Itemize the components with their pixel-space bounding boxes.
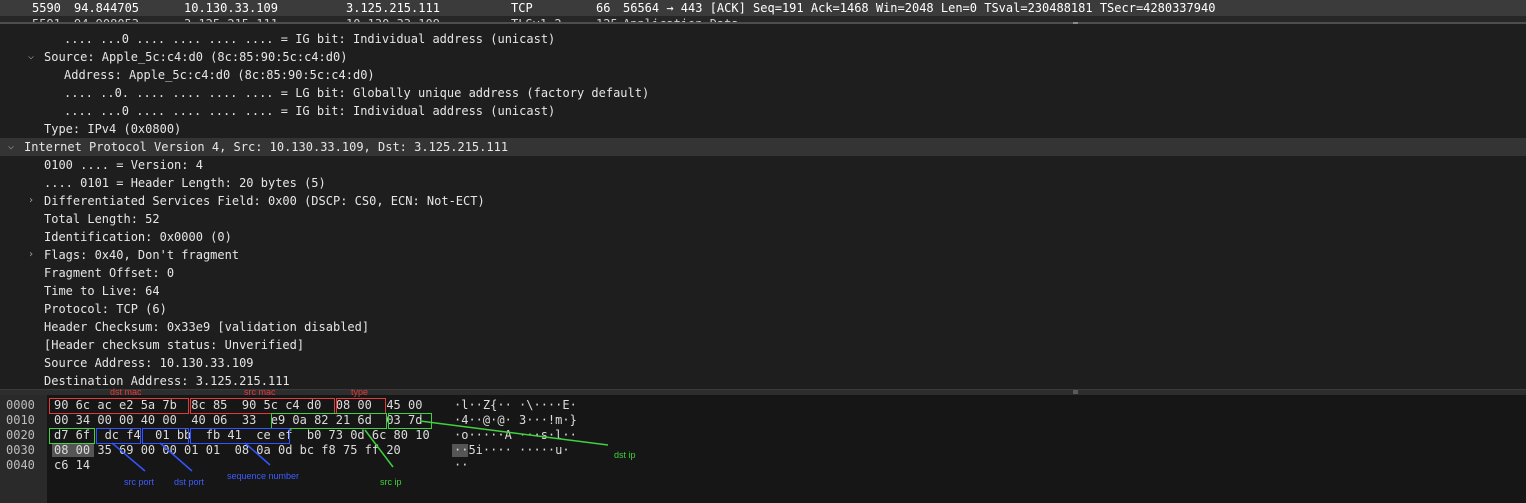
packet-no: 5590 [32,1,61,15]
chevron-down-icon[interactable]: ⌵ [25,48,37,66]
chevron-right-icon[interactable]: › [25,192,37,210]
packet-details-tree[interactable]: .... ...0 .... .... .... .... = IG bit: … [0,24,1526,389]
annotation-lines [111,420,609,472]
packet-length: 66 [596,1,611,15]
packet-info: 56564 → 443 [ACK] Seq=191 Ack=1468 Win=2… [623,1,1216,15]
tree-row-source-mac[interactable]: ⌵ Source: Apple_5c:c4:d0 (8c:85:90:5c:c4:… [0,48,1526,66]
packet-destination: 3.125.215.111 [346,1,440,15]
chevron-down-icon[interactable]: ⌵ [5,138,17,156]
splitter-grip-icon[interactable] [1073,390,1078,394]
packet-bytes-pane[interactable]: 0000 0010 0020 0030 0040 90 6c ac e2 5a … [0,387,1526,503]
packet-row-selected[interactable]: 5590 94.844705 10.130.33.109 3.125.215.1… [0,0,1526,16]
packet-source: 10.130.33.109 [184,1,278,15]
chevron-right-icon[interactable]: › [25,246,37,264]
dst-mac-label: dst mac [110,387,142,397]
src-mac-label: src mac [244,387,276,397]
dst-port-label: dst port [174,477,205,487]
tree-row-ipv4[interactable]: ⌵ Internet Protocol Version 4, Src: 10.13… [0,138,1526,156]
sequence-number-label: sequence number [227,471,300,481]
packet-protocol: TCP [511,1,533,15]
packet-time: 94.844705 [74,1,140,15]
type-label: type [351,387,369,397]
src-ip-label: src ip [380,477,402,487]
src-port-label: src port [124,477,155,487]
packet-list[interactable]: 5590 94.844705 10.130.33.109 3.125.215.1… [0,0,1526,24]
dst-ip-label: dst ip [614,450,636,460]
